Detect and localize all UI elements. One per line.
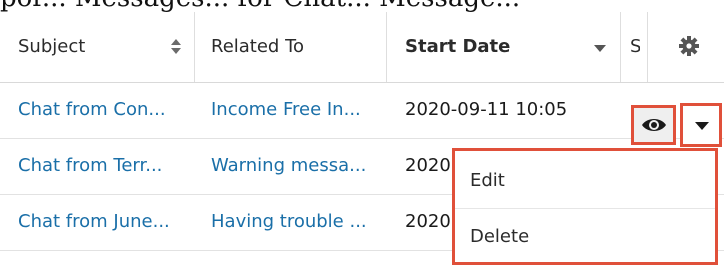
menu-item-delete[interactable]: Delete	[455, 211, 715, 263]
column-divider	[647, 12, 648, 82]
table-header: Subject Related To Start Date S	[0, 12, 724, 83]
column-divider	[620, 12, 621, 82]
row-actions-menu: Edit Delete	[452, 148, 718, 265]
column-header-subject[interactable]: Subject	[18, 34, 85, 60]
menu-item-edit[interactable]: Edit	[455, 155, 715, 207]
caret-down-icon	[695, 122, 709, 130]
sort-descending-icon[interactable]	[594, 45, 606, 52]
table-row: Chat from Con... Income Free In... 2020-…	[0, 82, 724, 139]
column-header-related-to[interactable]: Related To	[211, 34, 304, 60]
subject-link[interactable]: Chat from June...	[18, 209, 188, 235]
subject-link[interactable]: Chat from Terr...	[18, 153, 188, 179]
sort-both-icon[interactable]	[170, 39, 182, 55]
column-header-start-date[interactable]: Start Date	[405, 34, 510, 60]
start-date-value: 2020-09-11 10:05	[405, 99, 568, 120]
row-actions-dropdown-button[interactable]	[680, 103, 722, 147]
subject-link[interactable]: Chat from Con...	[18, 97, 188, 123]
preview-button[interactable]	[631, 105, 676, 145]
column-divider	[194, 12, 195, 82]
related-to-link[interactable]: Warning messa...	[211, 153, 381, 179]
column-header-status[interactable]: S	[630, 34, 640, 60]
cropped-top-text: por... Messages... for Chat... Message..…	[0, 0, 724, 12]
related-to-link[interactable]: Having trouble ...	[211, 209, 381, 235]
related-to-link[interactable]: Income Free In...	[211, 97, 381, 123]
eye-icon	[642, 119, 666, 131]
menu-divider	[455, 208, 715, 209]
gear-icon[interactable]	[677, 34, 701, 58]
column-divider	[386, 12, 387, 82]
